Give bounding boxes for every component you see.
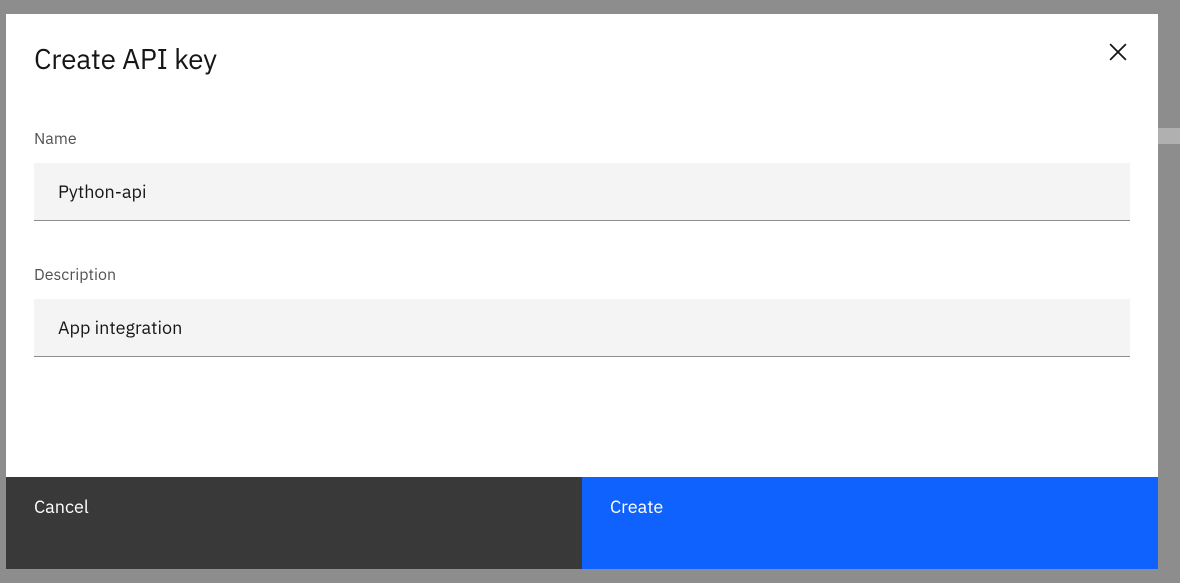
- create-api-key-modal: Create API key Name Description Cancel C…: [6, 14, 1158, 569]
- name-label: Name: [34, 129, 1130, 149]
- description-input[interactable]: [34, 299, 1130, 357]
- close-icon: [1109, 43, 1127, 65]
- create-button[interactable]: Create: [582, 477, 1158, 569]
- name-field-group: Name: [34, 129, 1130, 221]
- modal-header: Create API key: [6, 14, 1158, 77]
- modal-body: Name Description: [6, 77, 1158, 477]
- modal-title: Create API key: [34, 40, 217, 77]
- description-field-group: Description: [34, 265, 1130, 357]
- modal-footer: Cancel Create: [6, 477, 1158, 569]
- cancel-button[interactable]: Cancel: [6, 477, 582, 569]
- backdrop-element: [1158, 128, 1180, 144]
- close-button[interactable]: [1102, 38, 1134, 70]
- description-label: Description: [34, 265, 1130, 285]
- name-input[interactable]: [34, 163, 1130, 221]
